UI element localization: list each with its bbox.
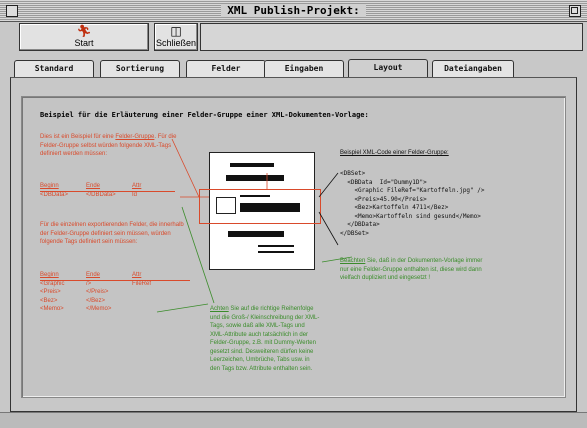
start-label: Start — [74, 38, 94, 48]
toolbar-empty-area — [200, 23, 583, 51]
tab-standard[interactable]: Standard — [14, 60, 94, 77]
tab-bar: Standard Sortierung Felder Eingaben Layo… — [14, 59, 574, 78]
zoom-box[interactable] — [569, 5, 581, 17]
title-bar[interactable]: XML Publish-Projekt: — [0, 0, 587, 22]
tab-eingaben[interactable]: Eingaben — [264, 60, 344, 77]
tab-dateiangaben[interactable]: Dateiangaben — [432, 60, 514, 77]
window-title-text: XML Publish-Projekt: — [221, 4, 366, 17]
tab-sortierung[interactable]: Sortierung — [100, 60, 180, 77]
start-button[interactable]: 🏃︎ Start — [19, 23, 149, 51]
close-label: Schließen — [155, 38, 197, 48]
layout-example-area[interactable]: Beispiel für die Erläuterung einer Felde… — [21, 96, 566, 398]
window-title: XML Publish-Projekt: — [0, 4, 587, 17]
connector-green — [156, 303, 209, 313]
window-bottom-strip — [0, 412, 587, 428]
connector-black — [318, 172, 339, 198]
connector-black — [318, 211, 339, 246]
tab-felder[interactable]: Felder — [186, 60, 266, 77]
connector-red — [171, 138, 200, 198]
connector-green — [321, 256, 353, 263]
tab-layout[interactable]: Layout — [348, 59, 428, 78]
connector-green — [181, 206, 215, 304]
close-button[interactable]: ◫ Schließen — [154, 23, 198, 51]
connector-lines — [156, 138, 353, 313]
door-exit-icon: ◫ — [170, 24, 182, 38]
xml-publish-window: XML Publish-Projekt: 🏃︎ Start ◫ Schließe… — [0, 0, 587, 428]
running-person-icon: 🏃︎ — [76, 24, 92, 38]
toolbar: 🏃︎ Start ◫ Schließen — [4, 22, 583, 53]
layout-tab-panel: Beispiel für die Erläuterung einer Felde… — [10, 77, 577, 412]
